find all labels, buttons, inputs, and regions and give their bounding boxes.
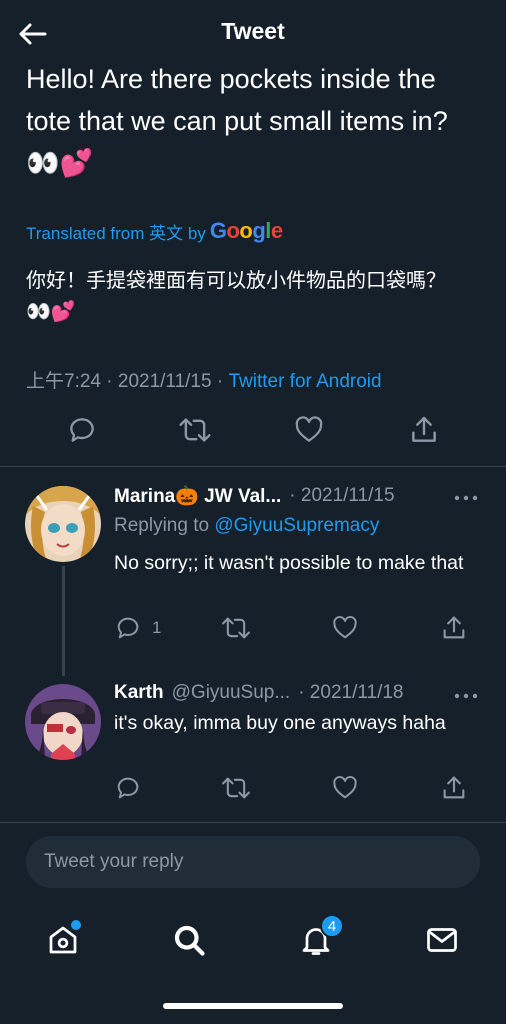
tweet-actions — [0, 414, 506, 454]
retweet-button[interactable] — [178, 414, 212, 446]
reply-text: it's okay, imma buy one anyways haha — [114, 712, 446, 734]
heart-icon — [333, 776, 357, 799]
nav-notifications[interactable]: 4 — [294, 914, 344, 962]
user-handle[interactable]: @GiyuuSup... — [172, 682, 291, 704]
like-button[interactable] — [293, 414, 325, 446]
divider — [0, 822, 506, 823]
tweet-text: Hello! Are there pockets inside the tote… — [26, 64, 448, 178]
replying-to: Replying to @GiyuuSupremacy — [114, 515, 380, 536]
reply-input[interactable]: Tweet your reply — [26, 836, 480, 888]
new-content-dot — [71, 920, 81, 930]
comment-icon — [117, 777, 139, 799]
home-indicator — [163, 1003, 343, 1009]
more-options-button[interactable] — [454, 690, 478, 700]
reply-button[interactable] — [66, 414, 98, 446]
bottom-nav: 4 — [0, 900, 506, 980]
thread-line — [62, 566, 65, 676]
separator: · — [106, 371, 113, 392]
share-icon — [443, 776, 465, 799]
avatar[interactable] — [25, 684, 101, 760]
display-name[interactable]: Marina🎃 JW Val... — [114, 484, 281, 508]
reply-button[interactable]: 1 — [114, 614, 161, 642]
search-icon — [174, 925, 205, 956]
reply-date: · 2021/11/15 — [289, 485, 395, 506]
heart-icon — [333, 616, 357, 639]
more-horizontal-icon — [454, 495, 478, 501]
reply-header: Marina🎃 JW Val... · 2021/11/15 — [114, 484, 484, 508]
karth-avatar-icon — [25, 684, 101, 760]
nav-home[interactable] — [41, 918, 85, 962]
header: Tweet — [0, 0, 506, 66]
retweet-icon — [179, 418, 211, 442]
tweet-date: 2021/11/15 — [117, 371, 212, 392]
retweet-button[interactable] — [220, 774, 252, 802]
envelope-icon — [427, 928, 457, 952]
more-horizontal-icon — [454, 693, 478, 699]
reply-date: · 2021/11/18 — [298, 682, 404, 703]
reply-text: No sorry;; it wasn't possible to make th… — [114, 552, 464, 574]
marina-avatar-icon — [25, 486, 101, 562]
mention-link[interactable]: @GiyuuSupremacy — [214, 515, 379, 536]
share-button[interactable] — [440, 774, 468, 802]
reply-header: Karth @GiyuuSup... · 2021/11/18 — [114, 682, 484, 704]
heart-icon — [295, 416, 323, 442]
translation-attribution[interactable]: Translated from 英文 by Google — [26, 218, 283, 244]
avatar[interactable] — [25, 486, 101, 562]
share-button[interactable] — [408, 414, 440, 446]
nav-messages[interactable] — [420, 918, 464, 962]
tweet-time: 上午7:24 — [26, 371, 101, 392]
share-button[interactable] — [440, 614, 468, 642]
share-icon — [443, 616, 465, 639]
google-logo: Google — [209, 218, 283, 243]
separator: · — [216, 371, 224, 392]
reply-tweet[interactable]: Karth @GiyuuSup... · 2021/11/18 it's oka… — [0, 682, 506, 812]
display-name[interactable]: Karth — [114, 682, 164, 704]
reply-placeholder: Tweet your reply — [44, 851, 184, 872]
retweet-icon — [222, 777, 250, 799]
tweet-source-link[interactable]: Twitter for Android — [228, 371, 381, 392]
divider — [0, 466, 506, 467]
retweet-button[interactable] — [220, 614, 252, 642]
like-button[interactable] — [331, 774, 359, 802]
translated-text: 你好！手提袋裡面有可以放小件物品的口袋嗎？ 👀💕 — [26, 270, 446, 323]
reply-tweet[interactable]: Marina🎃 JW Val... · 2021/11/15 Replying … — [0, 484, 506, 676]
retweet-icon — [222, 617, 250, 639]
notification-badge: 4 — [320, 914, 344, 938]
more-options-button[interactable] — [454, 492, 478, 502]
reply-count: 1 — [152, 618, 162, 637]
nav-search[interactable] — [167, 918, 211, 962]
tweet-metadata: 上午7:24 · 2021/11/15 · Twitter for Androi… — [26, 366, 382, 393]
page-title: Tweet — [221, 18, 285, 44]
translated-from-label: Translated from 英文 by — [26, 223, 206, 243]
share-icon — [412, 416, 436, 442]
like-button[interactable] — [331, 614, 359, 642]
comment-icon — [117, 617, 139, 639]
comment-icon — [70, 418, 94, 442]
reply-button[interactable] — [114, 774, 142, 802]
